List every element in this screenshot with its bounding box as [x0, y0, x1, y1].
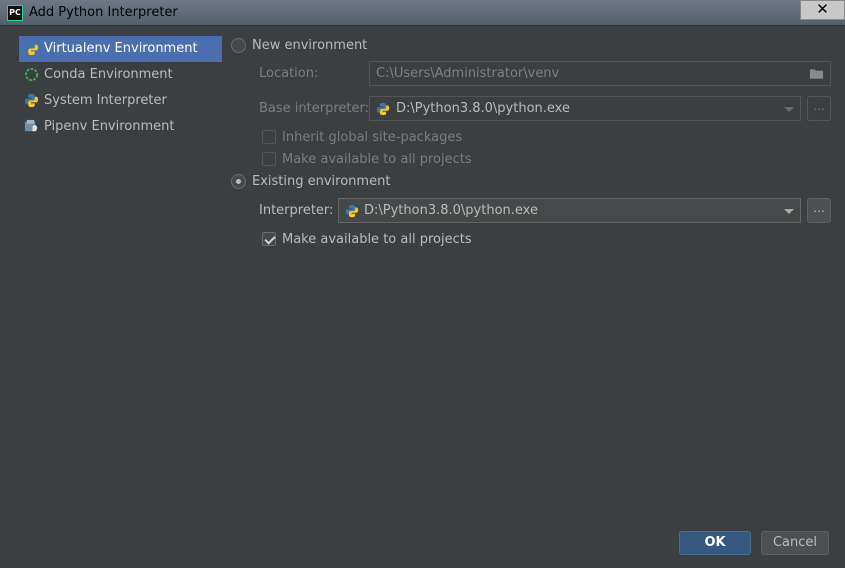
pycharm-logo-icon: PC	[7, 5, 23, 21]
close-button[interactable]: ✕	[800, 0, 845, 20]
new-environment-radio[interactable]	[231, 38, 246, 53]
ok-button[interactable]: OK	[679, 531, 751, 555]
existing-environment-label: Existing environment	[252, 174, 391, 189]
python-icon	[24, 41, 39, 56]
sidebar-item-label: System Interpreter	[44, 93, 167, 108]
base-interpreter-browse-button[interactable]: ...	[807, 96, 831, 121]
location-label: Location:	[259, 66, 319, 81]
location-value: C:\Users\Administrator\venv	[376, 66, 560, 81]
inherit-site-packages-label: Inherit global site-packages	[282, 130, 463, 145]
base-interpreter-value: D:\Python3.8.0\python.exe	[396, 101, 570, 116]
inherit-site-packages-checkbox[interactable]	[262, 130, 276, 144]
chevron-down-icon	[784, 107, 794, 112]
sidebar-item-label: Conda Environment	[44, 67, 173, 82]
conda-icon	[24, 67, 39, 82]
python-icon	[345, 204, 359, 218]
chevron-down-icon	[784, 209, 794, 214]
environment-type-list: Virtualenv Environment Conda Environment…	[19, 36, 222, 140]
sidebar-item-label: Pipenv Environment	[44, 119, 175, 134]
existing-environment-radio[interactable]	[231, 174, 246, 189]
interpreter-label: Interpreter:	[259, 203, 334, 218]
interpreter-browse-button[interactable]: ...	[807, 198, 831, 223]
interpreter-combo[interactable]: D:\Python3.8.0\python.exe	[338, 198, 801, 223]
new-env-make-available-label: Make available to all projects	[282, 152, 472, 167]
python-icon	[24, 93, 39, 108]
cancel-button[interactable]: Cancel	[761, 531, 829, 555]
folder-icon[interactable]	[809, 68, 824, 80]
location-field[interactable]: C:\Users\Administrator\venv	[369, 61, 831, 86]
sidebar-item-label: Virtualenv Environment	[44, 41, 198, 56]
pipenv-icon	[24, 119, 38, 132]
new-environment-label: New environment	[252, 38, 368, 53]
window-title: Add Python Interpreter	[29, 5, 178, 20]
existing-env-make-available-checkbox[interactable]	[262, 232, 276, 246]
new-env-make-available-checkbox[interactable]	[262, 152, 276, 166]
existing-env-make-available-label: Make available to all projects	[282, 232, 472, 247]
sidebar-item-system-interpreter[interactable]: System Interpreter	[19, 88, 222, 114]
base-interpreter-label: Base interpreter:	[259, 101, 369, 116]
python-icon	[376, 102, 390, 116]
sidebar-item-conda[interactable]: Conda Environment	[19, 62, 222, 88]
sidebar-item-pipenv[interactable]: Pipenv Environment	[19, 114, 222, 140]
base-interpreter-combo[interactable]: D:\Python3.8.0\python.exe	[369, 96, 801, 121]
interpreter-value: D:\Python3.8.0\python.exe	[364, 203, 538, 218]
title-bar: PC Add Python Interpreter ✕	[0, 0, 845, 26]
sidebar-item-virtualenv[interactable]: Virtualenv Environment	[19, 36, 222, 62]
